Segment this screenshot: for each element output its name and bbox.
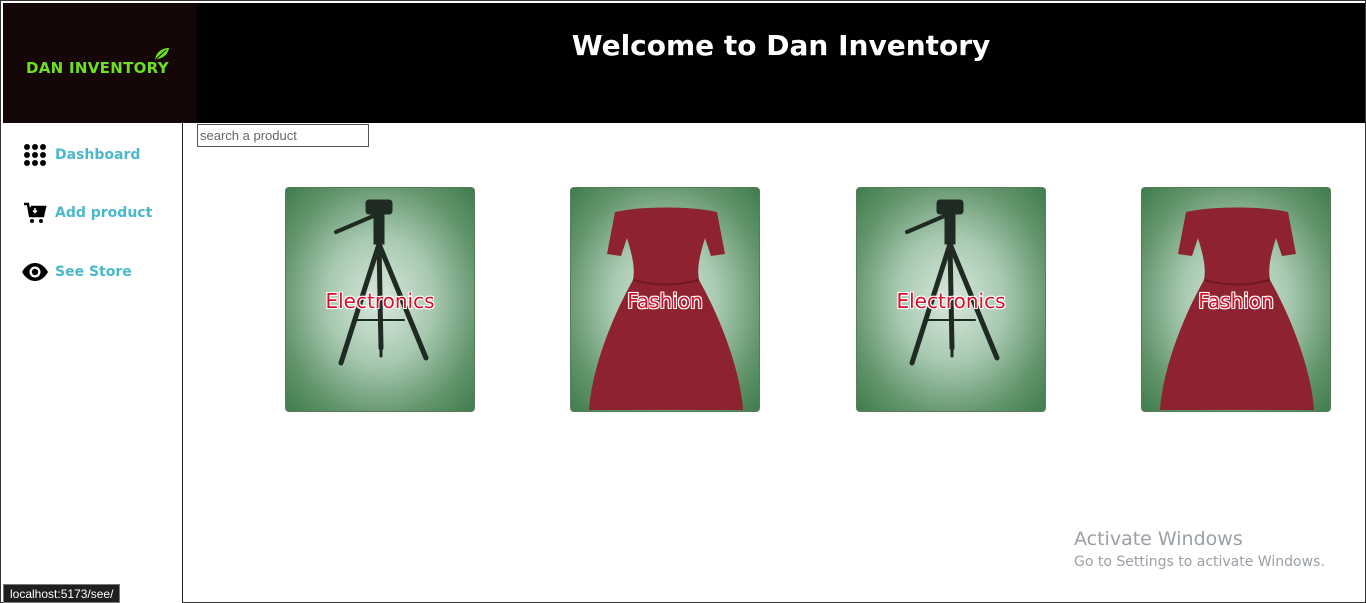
watermark-title: Activate Windows [1074, 528, 1243, 550]
product-card[interactable]: Fashion [570, 187, 760, 412]
cart-icon [21, 199, 49, 227]
sidebar-item-label: See Store [55, 264, 132, 280]
product-card[interactable]: Electronics [285, 187, 475, 412]
sidebar-item-dashboard[interactable]: Dashboard [3, 135, 181, 175]
product-category: Electronics [325, 289, 435, 313]
page-title: Welcome to Dan Inventory [571, 29, 991, 62]
product-category: Fashion [1198, 289, 1274, 313]
product-card[interactable]: Electronics [856, 187, 1046, 412]
eye-icon [21, 258, 49, 286]
brand-logo[interactable]: DAN INVENTORY [3, 3, 197, 123]
sidebar-item-label: Add product [55, 205, 153, 221]
brand-name: DAN INVENTORY [26, 59, 169, 77]
product-card[interactable]: Fashion [1141, 187, 1331, 412]
search-input[interactable] [197, 124, 369, 147]
product-category: Fashion [627, 289, 703, 313]
sidebar-item-label: Dashboard [55, 147, 141, 163]
app-window: DAN INVENTORY Welcome to Dan Inventory D… [0, 0, 1366, 603]
watermark-subtitle: Go to Settings to activate Windows. [1074, 554, 1325, 570]
sidebar: Dashboard Add product See Store [3, 123, 183, 603]
grid-dots-icon [21, 141, 49, 169]
product-category: Electronics [896, 289, 1006, 313]
sidebar-item-add-product[interactable]: Add product [3, 193, 181, 233]
activation-watermark: Activate Windows Go to Settings to activ… [1074, 528, 1325, 570]
top-header: Welcome to Dan Inventory [197, 3, 1365, 123]
sidebar-item-see-store[interactable]: See Store [3, 252, 181, 292]
status-bar-url: localhost:5173/see/ [3, 584, 121, 603]
